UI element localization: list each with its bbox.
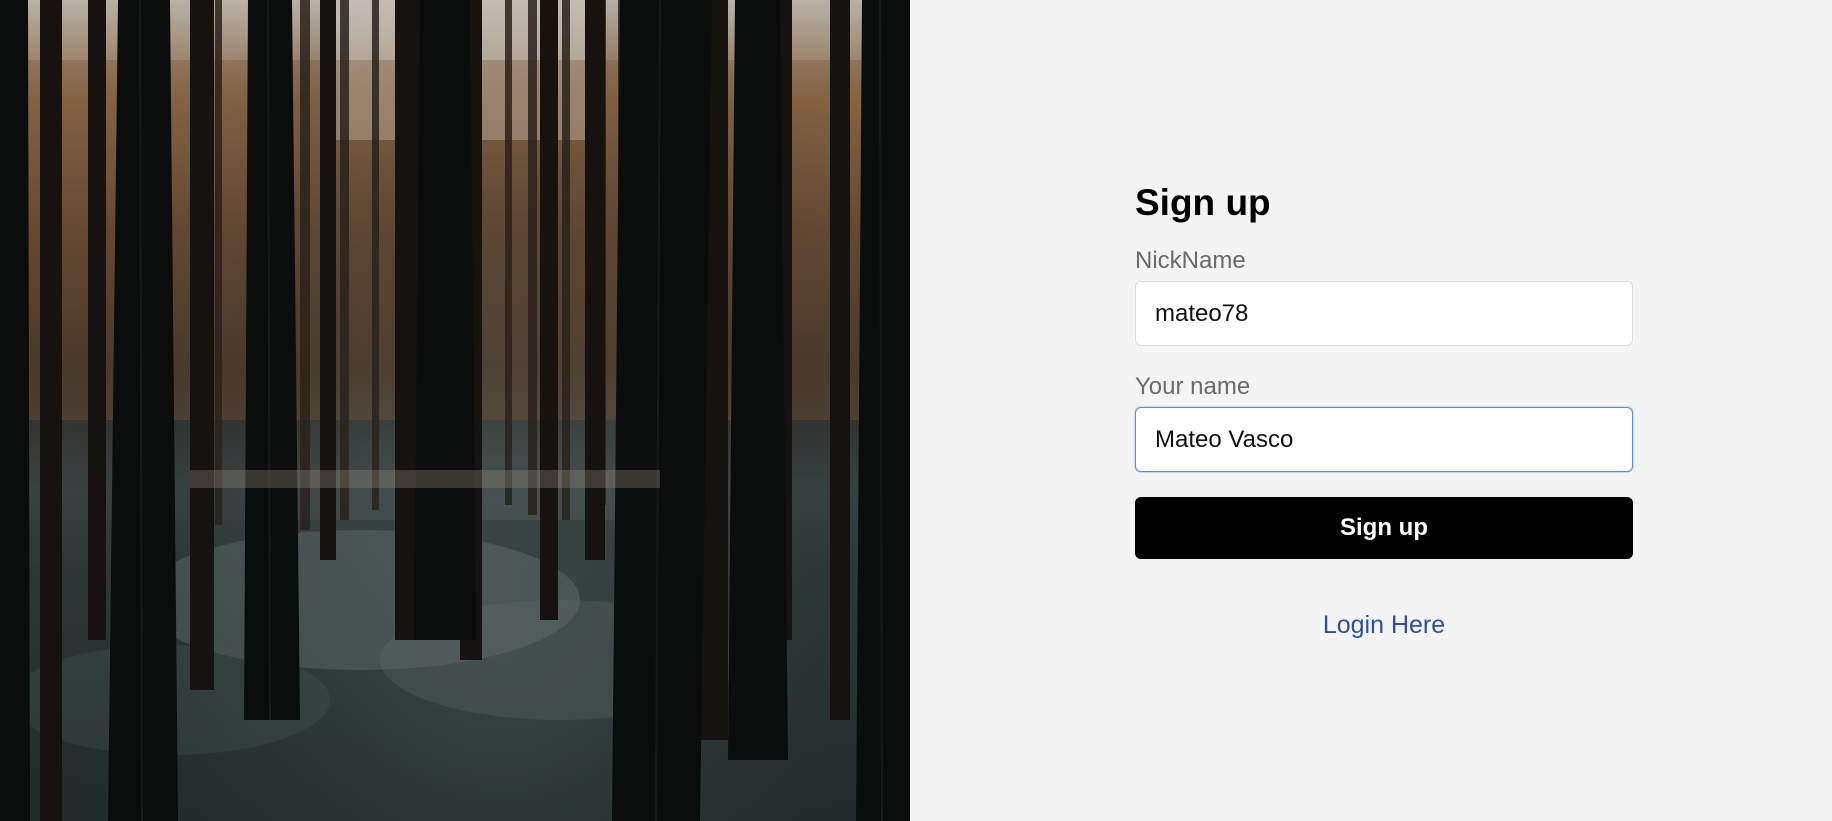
nickname-group: NickName xyxy=(1135,247,1633,346)
forest-trees-illustration xyxy=(0,0,910,821)
name-input[interactable] xyxy=(1135,407,1633,472)
name-label: Your name xyxy=(1135,373,1251,400)
name-group: Your name xyxy=(1135,373,1633,472)
forest-image xyxy=(0,0,910,821)
signup-page: Sign up NickName Your name Sign up Login… xyxy=(0,0,1832,821)
signup-button[interactable]: Sign up xyxy=(1135,497,1633,559)
signup-form: Sign up NickName Your name Sign up Login… xyxy=(1135,178,1633,640)
nickname-input[interactable] xyxy=(1135,281,1633,346)
nickname-label: NickName xyxy=(1135,247,1246,274)
login-link[interactable]: Login Here xyxy=(1135,611,1633,640)
page-title: Sign up xyxy=(1135,182,1271,223)
signup-panel: Sign up NickName Your name Sign up Login… xyxy=(910,0,1832,821)
